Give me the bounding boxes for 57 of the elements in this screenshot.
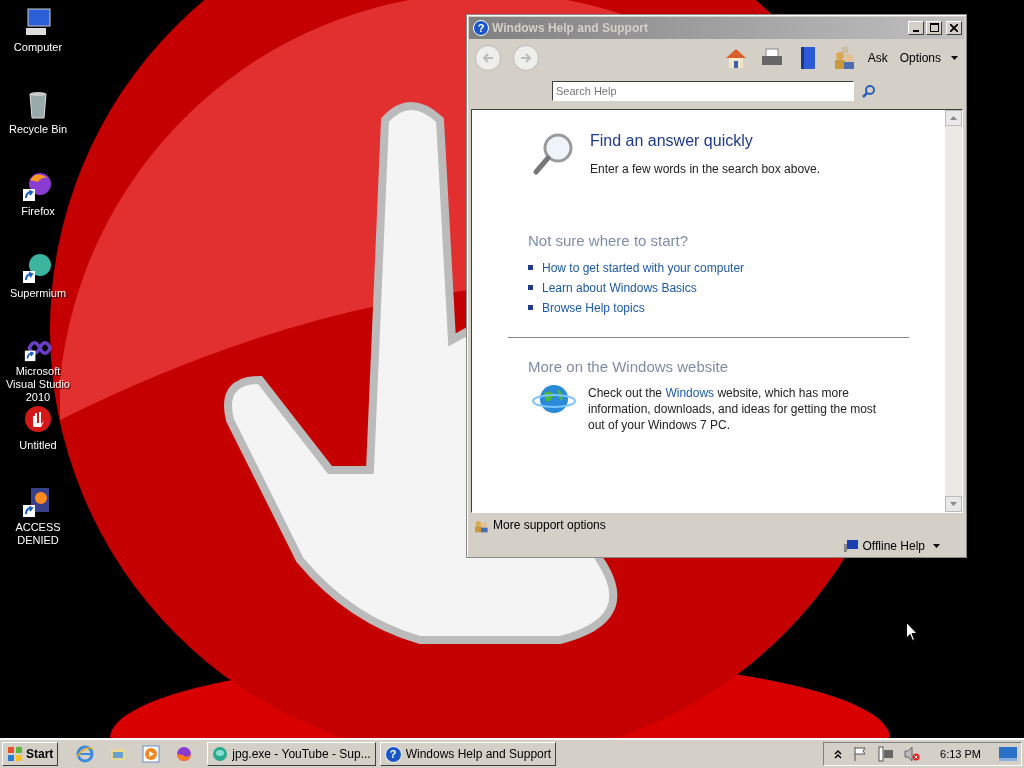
arrow-left-icon (481, 50, 495, 65)
caret-icon (933, 544, 940, 548)
arrow-right-icon (519, 50, 533, 65)
help-link[interactable]: Browse Help topics (542, 300, 645, 315)
heading: Find an answer quickly (590, 131, 754, 150)
bullet-icon (528, 305, 533, 311)
desktop-icon-label: Untitled (19, 439, 57, 452)
desktop-icon-label: ACCESS DENIED (14, 521, 62, 547)
desktop-icon-label: Computer (13, 41, 63, 54)
desktop-icon-label: Firefox (21, 205, 55, 218)
app-icon[interactable] (22, 170, 54, 202)
caret-icon (951, 55, 958, 60)
desktop-icon-label: Recycle Bin (8, 123, 68, 136)
taskbar-button[interactable]: jpg.exe - YouTube - Sup... (207, 742, 376, 766)
triangle-up-icon (950, 115, 957, 120)
offline-help-button[interactable]: Offline Help (842, 539, 940, 553)
network-icon[interactable] (878, 746, 895, 762)
section-title: More on the Windows website (527, 357, 730, 375)
clock[interactable]: 6:13 PM (940, 748, 981, 760)
muted-speaker-icon[interactable] (904, 746, 921, 762)
close-button[interactable] (946, 20, 962, 35)
triangle-down-icon (950, 502, 957, 506)
window-title: Windows Help and Support (492, 20, 649, 35)
chevron-up-icon[interactable] (834, 749, 843, 759)
search-field[interactable]: Search Help (552, 80, 854, 101)
minimize-icon (913, 29, 919, 32)
website-description: Check out the Windows website, which has more information, downloads, and ideas for getting the most out of your Windows 7 PC. (588, 384, 878, 433)
flag-icon[interactable] (852, 746, 869, 762)
app-icon (212, 746, 229, 762)
scrollbar[interactable] (945, 109, 962, 512)
monitor-icon (842, 539, 859, 553)
section-title: Not sure where to start? (527, 231, 690, 249)
show-desktop-icon[interactable] (999, 746, 1017, 762)
subtext: Enter a few words in the search box above. (590, 161, 821, 176)
firefox-icon[interactable] (175, 745, 194, 763)
more-support-options-button[interactable]: More support options (473, 517, 606, 533)
help-link[interactable]: Learn about Windows Basics (542, 280, 697, 295)
maximize-icon (929, 23, 939, 33)
scroll-down-button[interactable] (945, 496, 962, 512)
mouse-pointer-icon (906, 622, 918, 642)
close-icon (950, 23, 958, 32)
search-icon[interactable] (862, 83, 876, 98)
scroll-up-button[interactable] (945, 109, 962, 126)
windows-logo-icon (7, 746, 23, 762)
bullet-icon (528, 285, 533, 291)
bullet-icon (528, 265, 533, 271)
app-icon[interactable] (22, 252, 54, 284)
minimize-button[interactable] (908, 20, 924, 35)
start-button[interactable]: Start (2, 742, 59, 766)
windows-link[interactable]: Windows (665, 385, 715, 400)
help-icon: ? (384, 745, 402, 763)
taskbar-button[interactable]: ? Windows Help and Support (379, 742, 557, 766)
ask-button[interactable]: Ask (867, 50, 888, 65)
maximize-button[interactable] (926, 20, 942, 35)
options-button[interactable]: Options (899, 50, 958, 65)
help-icon: ? (473, 19, 489, 36)
help-link[interactable]: How to get started with your computer (542, 260, 745, 275)
